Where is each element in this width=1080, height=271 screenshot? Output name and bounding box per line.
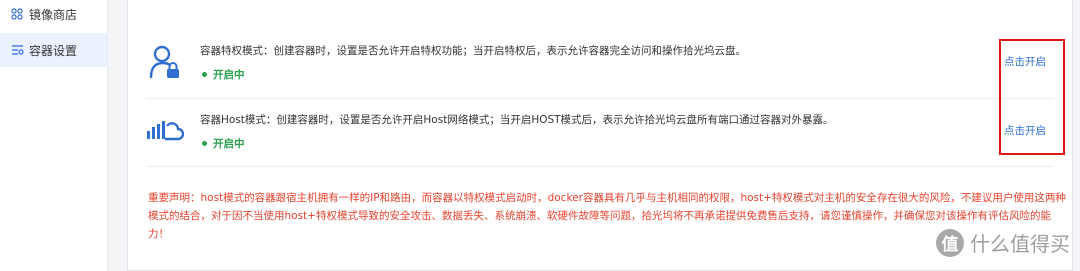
status-badge: 开启中	[202, 136, 245, 151]
watermark-text: 什么值得买	[970, 232, 1070, 256]
warning-notice: 重要声明：host模式的容器跟宿主机拥有一样的IP和路由，而容器以特权模式启动时…	[148, 192, 1066, 240]
watermark-logo-icon: 值	[936, 228, 964, 257]
host-mode-description: 容器Host模式：创建容器时，设置是否允许开启Host网络模式；当开启HOST模…	[200, 114, 834, 126]
cloud-network-icon	[146, 111, 184, 151]
sidebar: 镜像商店 容器设置	[0, 0, 108, 271]
watermark: 值 什么值得买	[936, 228, 1070, 257]
privileged-mode-description: 容器特权模式：创建容器时，设置是否允许开启特权功能；当开启特权后，表示允许容器完…	[200, 45, 746, 57]
host-mode-row: 容器Host模式：创建容器时，设置是否允许开启Host网络模式；当开启HOST模…	[146, 99, 1054, 167]
sidebar-item-label: 镜像商店	[29, 7, 78, 22]
status-text: 开启中	[213, 138, 245, 150]
sidebar-item-label: 容器设置	[29, 43, 78, 58]
status-text: 开启中	[213, 69, 245, 81]
sidebar-item-image-store[interactable]: 镜像商店	[0, 0, 107, 31]
row-divider	[146, 166, 1054, 167]
status-dot	[202, 141, 207, 146]
status-dot	[202, 72, 207, 77]
grid-icon	[10, 7, 24, 21]
settings-list-icon	[10, 43, 24, 57]
privileged-mode-row: 容器特权模式：创建容器时，设置是否允许开启特权功能；当开启特权后，表示允许容器完…	[146, 30, 1054, 98]
status-badge: 开启中	[202, 67, 245, 82]
sidebar-item-container-settings[interactable]: 容器设置	[0, 33, 107, 67]
user-lock-icon	[146, 42, 184, 82]
highlight-box	[999, 39, 1065, 155]
